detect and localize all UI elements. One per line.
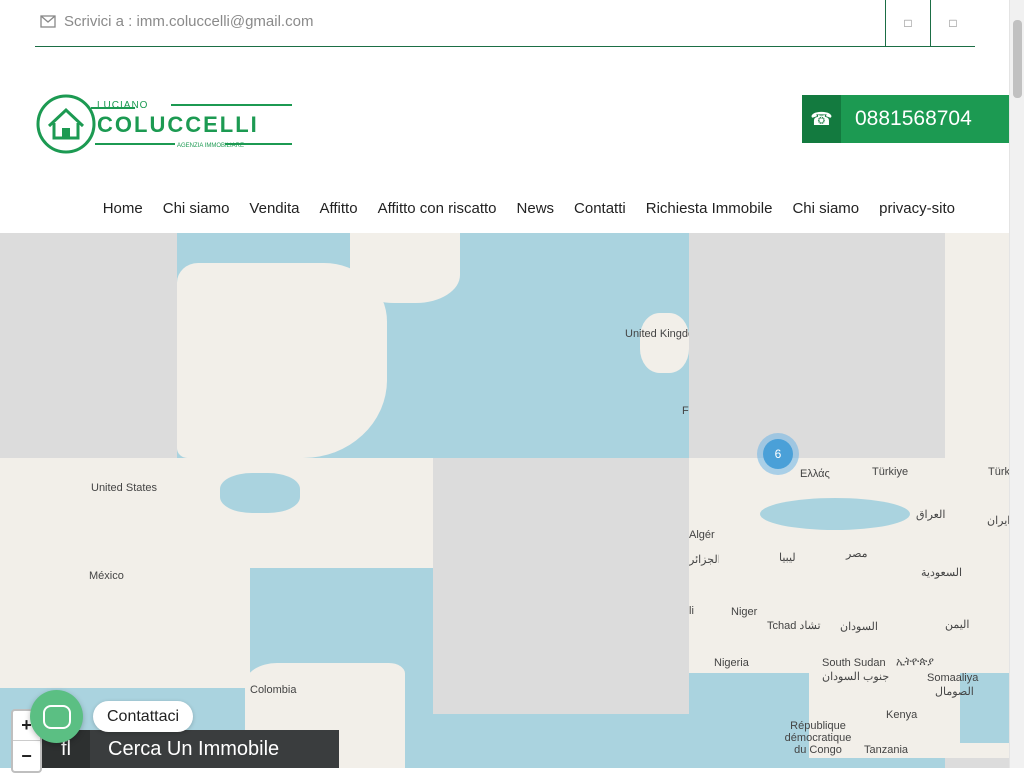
map-land	[0, 458, 433, 568]
phone-icon: ☎	[802, 95, 841, 143]
phone-number: 0881568704	[855, 107, 972, 130]
social-icon-2[interactable]: □	[930, 0, 975, 46]
social-icon-1[interactable]: □	[885, 0, 930, 46]
main-navigation: Home Chi siamo Vendita Affitto Affitto c…	[93, 200, 965, 218]
map-land	[350, 233, 460, 303]
scrollbar-thumb[interactable]	[1013, 20, 1022, 98]
property-map[interactable]: United States México Colombia United Kin…	[0, 233, 1009, 768]
map-label: السعودية	[921, 567, 963, 579]
phone-button[interactable]: ☎ 0881568704	[802, 95, 1009, 143]
map-tile-missing	[433, 458, 689, 714]
map-tile-missing	[689, 233, 945, 458]
map-label: Algérie	[689, 529, 715, 541]
chat-label[interactable]: Contattaci	[93, 701, 194, 732]
envelope-icon	[40, 15, 56, 28]
map-label: Niger	[731, 606, 758, 618]
nav-contatti[interactable]: Contatti	[564, 200, 636, 218]
map-land	[0, 568, 250, 688]
map-land	[945, 233, 1009, 458]
chat-icon	[42, 704, 71, 729]
email-text: Scrivici a : imm.coluccelli@gmail.com	[64, 13, 314, 30]
site-logo[interactable]: LUCIANO COLUCCELLI AGENZIA IMMOBILIARE	[35, 92, 295, 156]
map-marker-cluster[interactable]: 6	[757, 433, 799, 475]
nav-chi-siamo-2[interactable]: Chi siamo	[782, 200, 869, 218]
map-land	[640, 313, 689, 373]
cluster-count: 6	[763, 439, 793, 469]
top-bar: Scrivici a : imm.coluccelli@gmail.com □ …	[35, 0, 975, 47]
search-property-panel[interactable]: ﬂ Cerca Un Immobile	[42, 730, 339, 768]
nav-vendita[interactable]: Vendita	[239, 200, 309, 218]
map-label: اليمن	[945, 619, 970, 631]
map-water	[760, 498, 910, 530]
nav-affitto[interactable]: Affitto	[309, 200, 367, 218]
zoom-out-button[interactable]: −	[13, 741, 40, 771]
map-label: Kenya	[886, 709, 918, 721]
nav-home[interactable]: Home	[93, 200, 153, 218]
map-land	[177, 263, 387, 458]
email-contact[interactable]: Scrivici a : imm.coluccelli@gmail.com	[40, 13, 313, 30]
map-label: Tanzania	[864, 744, 909, 756]
map-label: العراق	[916, 509, 946, 521]
search-panel-title: Cerca Un Immobile	[108, 737, 280, 760]
map-label: الجزائر	[689, 554, 719, 566]
map-label: South Sudan	[822, 657, 886, 669]
map-label: F	[682, 405, 689, 417]
logo-main-text: COLUCCELLI	[97, 112, 259, 137]
map-label: ليبيا	[779, 552, 796, 564]
map-label: Colombia	[250, 684, 297, 696]
map-label: السودان	[840, 621, 878, 633]
map-label: United States	[91, 482, 158, 494]
logo-sub-text: AGENZIA IMMOBILIARE	[177, 143, 244, 149]
map-label: México	[89, 570, 124, 582]
map-label: Tchad تشاد	[767, 620, 821, 632]
map-label: li	[689, 605, 694, 617]
chat-button[interactable]	[30, 690, 83, 743]
map-label: الصومال	[935, 686, 974, 698]
map-label: Nigeria	[714, 657, 749, 669]
logo-top-text: LUCIANO	[97, 100, 148, 111]
map-water	[220, 473, 300, 513]
map-label: Türk	[988, 466, 1009, 478]
nav-chi-siamo[interactable]: Chi siamo	[153, 200, 240, 218]
page-scrollbar[interactable]	[1009, 0, 1024, 768]
map-label: Türkiye	[872, 466, 909, 478]
map-label: جنوب السودان	[822, 671, 890, 683]
map-label: ኢትዮጵያ	[896, 656, 934, 668]
map-label: مصر	[846, 548, 868, 560]
nav-news[interactable]: News	[507, 200, 565, 218]
map-tile-missing	[0, 233, 177, 458]
map-label: République démocratique du Congo	[784, 720, 852, 756]
map-label: Ελλάς	[800, 468, 830, 480]
nav-privacy-sito[interactable]: privacy-sito	[869, 200, 965, 218]
nav-affitto-con-riscatto[interactable]: Affitto con riscatto	[368, 200, 507, 218]
map-label: Somaaliya	[927, 672, 979, 684]
nav-richiesta-immobile[interactable]: Richiesta Immobile	[636, 200, 783, 218]
map-label: ایران	[987, 515, 1009, 527]
map-label: United Kingdom	[625, 328, 689, 340]
